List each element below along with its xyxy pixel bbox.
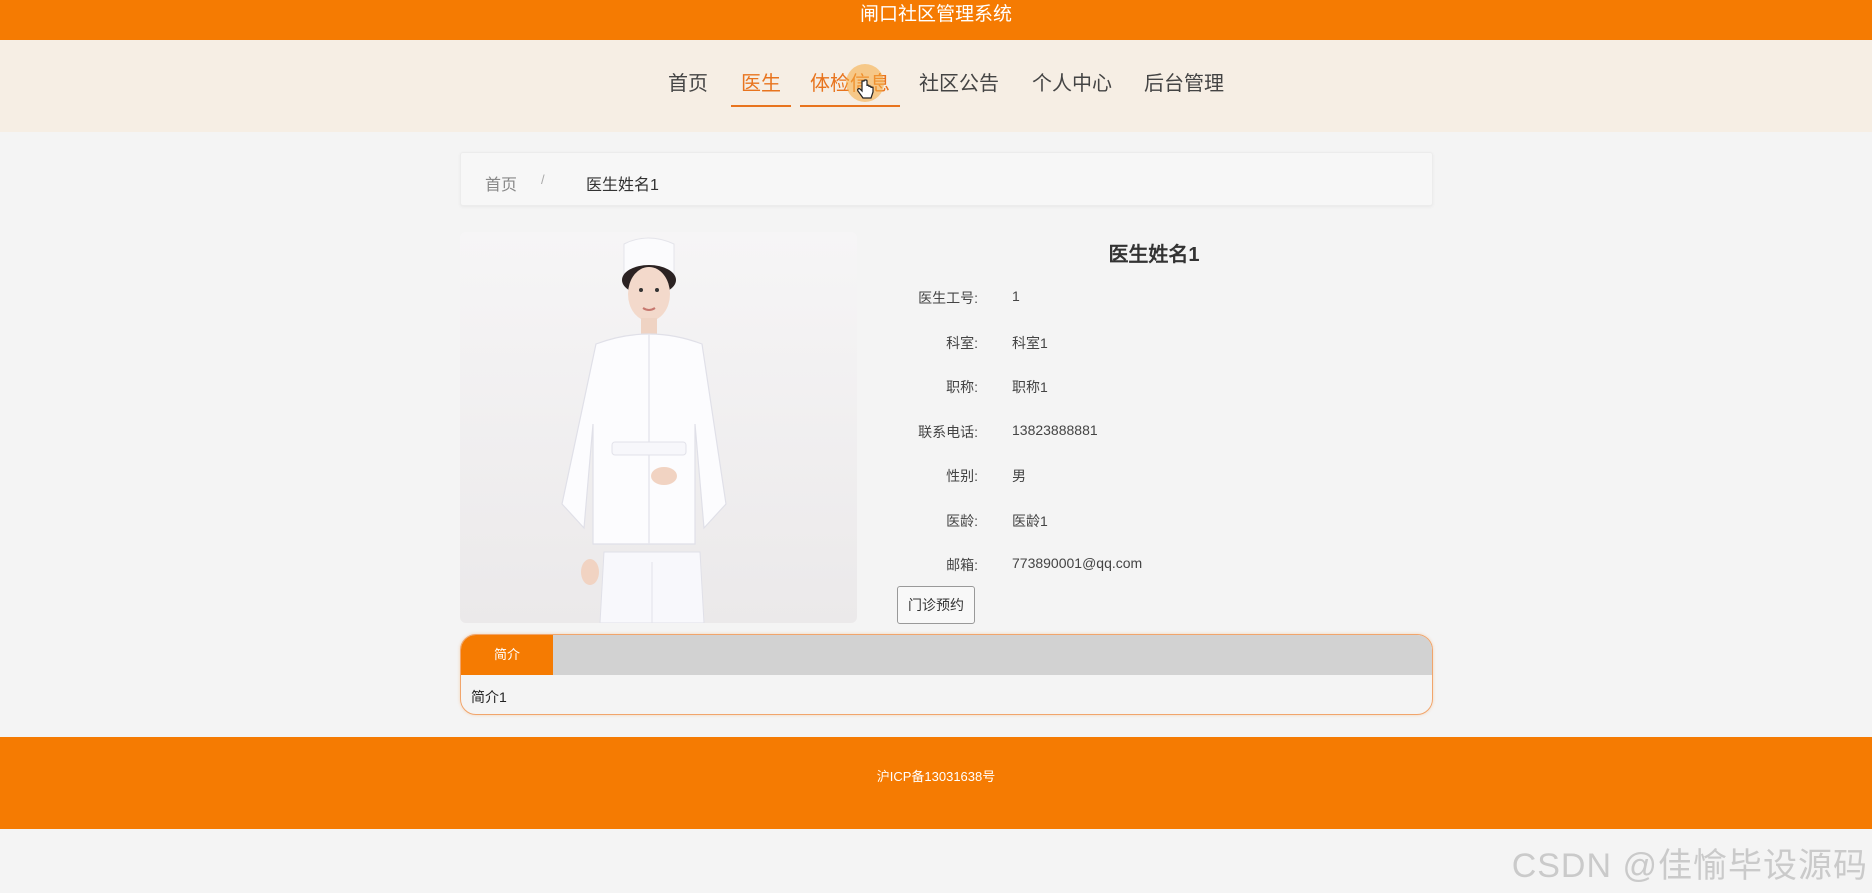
nav-item-notice[interactable]: 社区公告 [919,73,999,107]
breadcrumb: 首页 / 医生姓名1 [460,152,1433,206]
field-value-id: 1 [1012,288,1020,304]
nav-item-admin[interactable]: 后台管理 [1144,73,1224,107]
nav-item-profile[interactable]: 个人中心 [1032,73,1112,107]
footer: 沪ICP备13031638号 [0,737,1872,829]
breadcrumb-home[interactable]: 首页 [485,171,517,195]
field-label-experience: 医龄: [946,513,978,529]
top-title-bar: 闸口社区管理系统 [0,0,1872,40]
main-nav: 首页 医生 体检信息 社区公告 个人中心 后台管理 [0,40,1872,132]
doctor-name-heading: 医生姓名1 [1108,244,1200,266]
field-label-department: 科室: [946,335,978,351]
nav-label: 医生 [741,73,781,95]
tab-header: 简介 [461,635,1432,675]
field-value-gender: 男 [1012,468,1026,484]
system-title: 闸口社区管理系统 [859,4,1012,25]
field-value-phone: 13823888881 [1012,422,1098,438]
nav-label: 社区公告 [919,73,999,95]
breadcrumb-separator: / [541,172,545,187]
nav-label: 后台管理 [1144,73,1224,95]
nav-label: 个人中心 [1032,73,1112,95]
tab-intro[interactable]: 简介 [461,635,553,675]
nav-item-doctor[interactable]: 医生 [731,73,791,107]
nav-item-home[interactable]: 首页 [668,73,708,107]
hover-underline [800,105,900,107]
field-label-phone: 联系电话: [918,424,978,440]
doctor-photo [460,232,857,623]
hand-cursor-icon [857,79,875,109]
field-value-title: 职称1 [1012,379,1048,395]
field-value-department: 科室1 [1012,335,1048,351]
field-value-experience: 医龄1 [1012,513,1048,529]
field-label-email: 邮箱: [946,557,978,573]
intro-tab-panel: 简介 简介1 [460,634,1433,715]
field-label-title: 职称: [946,379,978,395]
active-underline [731,105,791,107]
tab-content: 简介1 [471,689,507,705]
watermark: CSDN @佳愉毕设源码 [1511,847,1868,885]
nav-label: 首页 [668,73,708,95]
footer-icp: 沪ICP备13031638号 [876,769,996,784]
appointment-button[interactable]: 门诊预约 [897,586,975,624]
breadcrumb-current: 医生姓名1 [586,177,659,194]
field-value-email: 773890001@qq.com [1012,555,1143,571]
field-label-gender: 性别: [946,468,978,484]
field-label-id: 医生工号: [918,290,978,306]
